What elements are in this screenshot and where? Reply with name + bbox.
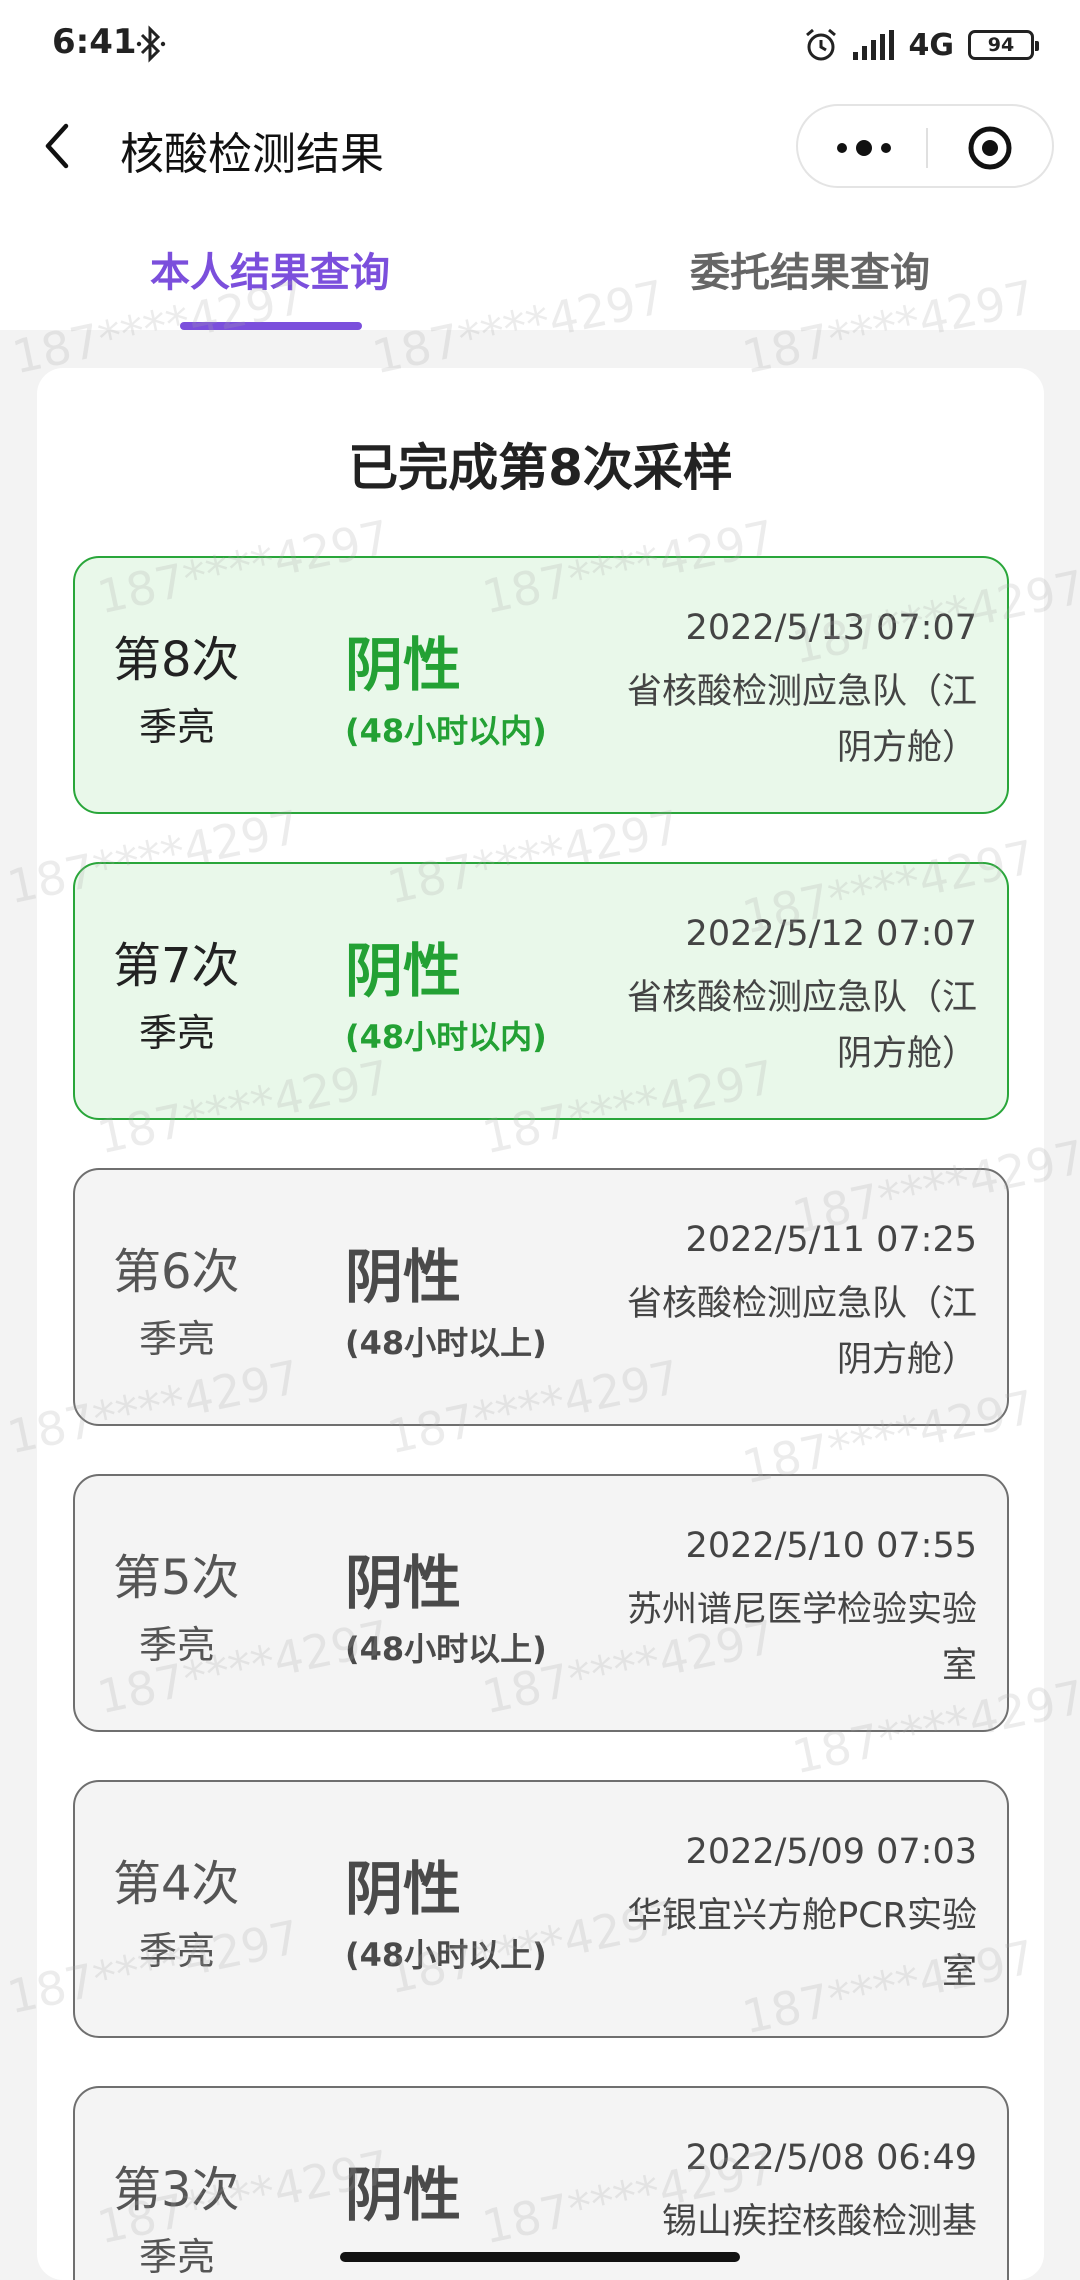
record-result: 阴性: [345, 1549, 462, 1617]
test-record[interactable]: 第7次 季亮 阴性 (48小时以内) 2022/5/12 07:07 省核酸检测…: [73, 862, 1009, 1120]
test-record[interactable]: 第3次 季亮 阴性 2022/5/08 06:49 锡山疾控核酸检测基: [73, 2086, 1009, 2280]
record-person-name: 季亮: [139, 1011, 216, 1055]
record-result: 阴性: [345, 631, 462, 699]
back-icon[interactable]: [38, 116, 78, 176]
network-label: 4G: [908, 27, 955, 63]
bluetooth-icon: [136, 25, 166, 63]
miniapp-capsule: [796, 104, 1054, 188]
status-time: 6:41: [52, 22, 137, 62]
record-count: 第3次: [113, 2162, 240, 2218]
active-tab-indicator: [180, 322, 362, 330]
record-testing-org: 锡山疾控核酸检测基: [661, 2202, 977, 2242]
record-result: 阴性: [345, 1243, 462, 1311]
record-count: 第4次: [113, 1856, 240, 1912]
results-card: 已完成第8次采样 第8次 季亮 阴性 (48小时以内) 2022/5/13 07…: [37, 368, 1044, 2280]
tab-bar: 本人结果查询 委托结果查询: [0, 220, 1080, 330]
record-sample-time: 2022/5/12 07:07: [685, 914, 977, 954]
record-count: 第7次: [113, 938, 240, 994]
test-record[interactable]: 第6次 季亮 阴性 (48小时以上) 2022/5/11 07:25 省核酸检测…: [73, 1168, 1009, 1426]
record-person-name: 季亮: [139, 1623, 216, 1667]
sampling-summary-title: 已完成第8次采样: [348, 439, 733, 497]
record-person-name: 季亮: [139, 1929, 216, 1973]
top-area: 6:41 4G 94 核酸检测结果 本人结果查询 委托结果查询: [0, 0, 1080, 330]
record-validity-window: (48小时以内): [345, 712, 547, 750]
record-sample-time: 2022/5/08 06:49: [685, 2138, 977, 2178]
capsule-divider: [926, 128, 928, 168]
record-validity-window: (48小时以内): [345, 1018, 547, 1056]
test-record[interactable]: 第5次 季亮 阴性 (48小时以上) 2022/5/10 07:55 苏州谱尼医…: [73, 1474, 1009, 1732]
tab-delegated-results[interactable]: 委托结果查询: [690, 240, 930, 298]
test-record[interactable]: 第8次 季亮 阴性 (48小时以内) 2022/5/13 07:07 省核酸检测…: [73, 556, 1009, 814]
record-count: 第6次: [113, 1244, 240, 1300]
record-validity-window: (48小时以上): [345, 1630, 547, 1668]
record-result: 阴性: [345, 2161, 462, 2229]
record-sample-time: 2022/5/10 07:55: [685, 1526, 977, 1566]
record-testing-org: 省核酸检测应急队（江阴方舱）: [626, 1284, 977, 1380]
record-person-name: 季亮: [139, 705, 216, 749]
close-mini-icon[interactable]: [966, 124, 1014, 172]
status-bar: 6:41 4G 94: [0, 0, 1080, 90]
signal-icon: [852, 30, 894, 60]
alarm-icon: [805, 28, 836, 61]
page-title: 核酸检测结果: [120, 129, 384, 180]
record-validity-window: (48小时以上): [345, 1324, 547, 1362]
home-indicator[interactable]: [340, 2252, 740, 2262]
battery-icon: 94: [968, 30, 1039, 60]
record-sample-time: 2022/5/09 07:03: [685, 1832, 977, 1872]
status-indicators: 4G 94: [803, 22, 1039, 68]
nav-bar: 核酸检测结果: [0, 90, 1080, 205]
record-sample-time: 2022/5/11 07:25: [685, 1220, 977, 1260]
record-person-name: 季亮: [139, 2235, 216, 2279]
record-result: 阴性: [345, 1855, 462, 1923]
record-sample-time: 2022/5/13 07:07: [685, 608, 977, 648]
record-testing-org: 省核酸检测应急队（江阴方舱）: [626, 978, 977, 1074]
record-result: 阴性: [345, 937, 462, 1005]
tab-self-results[interactable]: 本人结果查询: [150, 240, 390, 298]
record-person-name: 季亮: [139, 1317, 216, 1361]
battery-level: 94: [987, 34, 1015, 56]
test-record[interactable]: 第4次 季亮 阴性 (48小时以上) 2022/5/09 07:03 华银宜兴方…: [73, 1780, 1009, 2038]
record-count: 第8次: [113, 632, 240, 688]
record-testing-org: 苏州谱尼医学检验实验室: [626, 1590, 977, 1686]
record-count: 第5次: [113, 1550, 240, 1606]
record-testing-org: 省核酸检测应急队（江阴方舱）: [626, 672, 977, 768]
record-testing-org: 华银宜兴方舱PCR实验室: [627, 1896, 977, 1992]
more-icon[interactable]: [828, 128, 900, 168]
record-validity-window: (48小时以上): [345, 1936, 547, 1974]
